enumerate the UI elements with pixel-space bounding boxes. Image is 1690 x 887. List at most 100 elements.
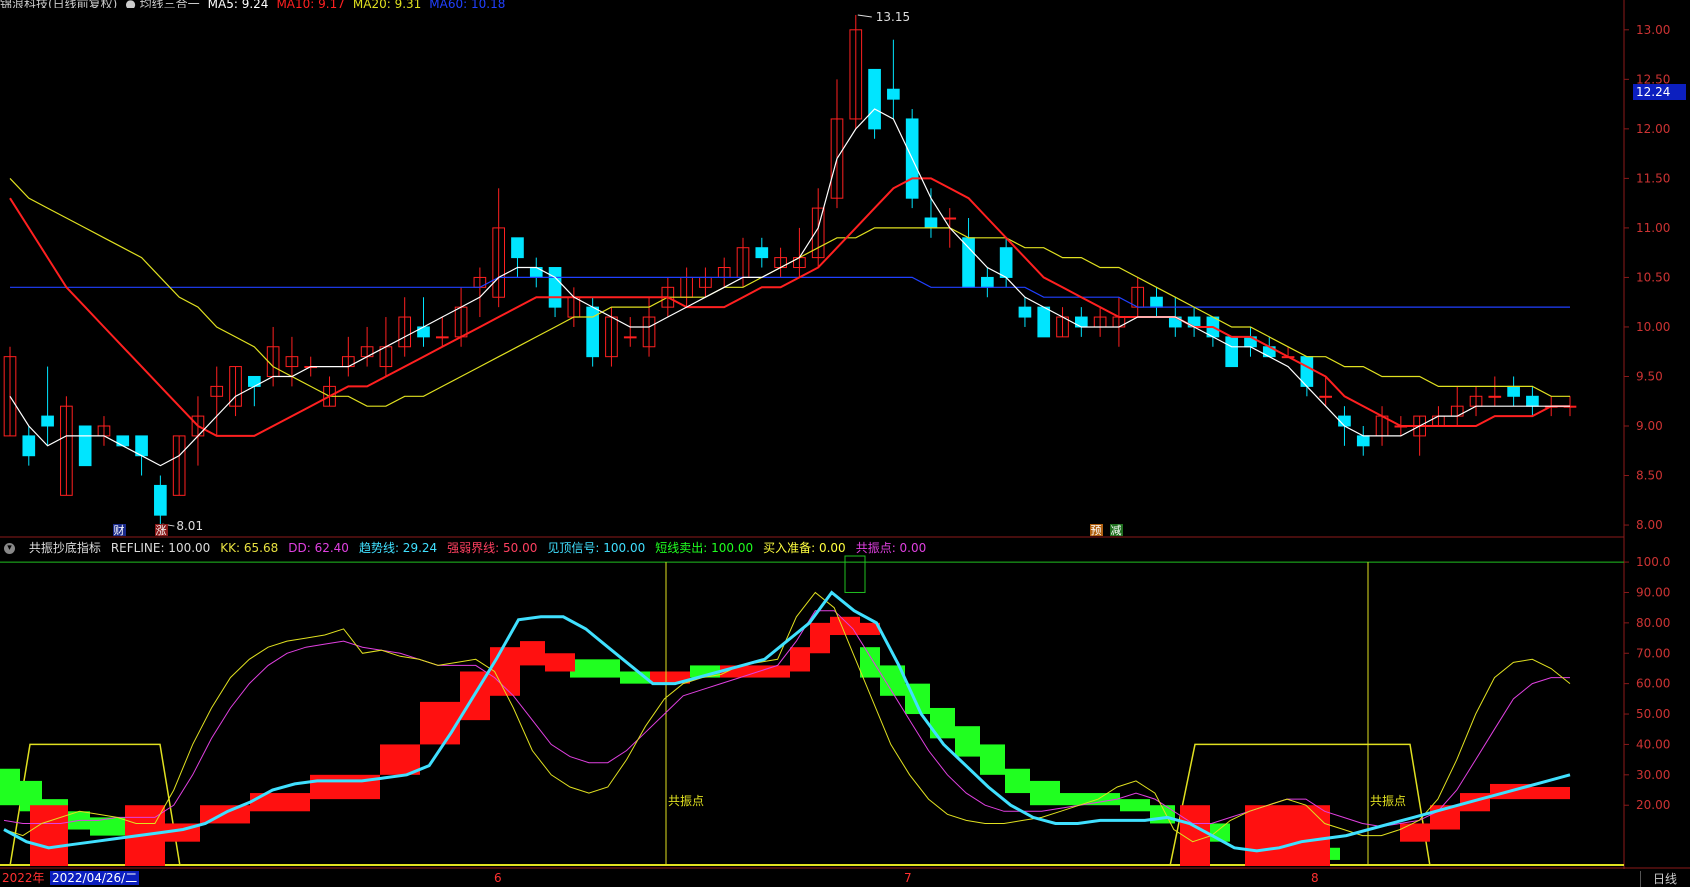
candle-body	[1018, 306, 1032, 318]
indicator-item-6: 见顶信号: 100.00	[547, 541, 646, 555]
red-signal-block	[1245, 805, 1330, 866]
cai-badge: 财	[114, 523, 125, 537]
time-axis-bar: 2022年 2022/04/26/二 6 7 8	[0, 869, 1690, 887]
indicator-item-4: 趋势线: 29.24	[358, 541, 438, 555]
indicator-item-3: DD: 62.40	[288, 541, 349, 555]
indicator-tick-label: 40.00	[1636, 737, 1670, 751]
short-sell-block	[1005, 768, 1030, 794]
chevron-down-icon[interactable]: ▾	[4, 543, 15, 554]
year-label: 2022年	[2, 871, 45, 885]
indicator-tick-label: 100.0	[1636, 555, 1670, 569]
peak-marker-box	[844, 555, 866, 593]
cursor-date-label: 2022/04/26/二	[50, 871, 140, 885]
short-sell-block	[955, 726, 980, 757]
candle-body	[1225, 336, 1239, 368]
candle-body	[511, 237, 524, 259]
short-sell-block	[980, 744, 1005, 775]
indicator-header: ▾ 共振抄底指标 REFLINE: 100.00 KK: 65.68 DD: 62.4…	[4, 540, 936, 556]
high-label: 13.15	[876, 10, 910, 24]
indicator-tick-label: 90.00	[1636, 585, 1670, 599]
period-button[interactable]: 日线	[1640, 871, 1689, 887]
red-signal-block	[790, 647, 810, 672]
candle-body	[1150, 296, 1163, 308]
candle-body	[435, 336, 449, 339]
candle-body	[116, 435, 130, 447]
price-tick-label: 13.00	[1636, 23, 1670, 37]
indicator-tick-label: 80.00	[1636, 616, 1670, 630]
short-sell-block	[860, 647, 880, 678]
price-tick-label: 12.00	[1636, 122, 1670, 136]
price-tick-label: 10.00	[1636, 320, 1670, 334]
candle-body	[1507, 385, 1520, 397]
candle-body	[1356, 435, 1370, 447]
short-sell-block	[0, 768, 20, 806]
price-tick-label: 9.00	[1636, 419, 1663, 433]
candle-body	[623, 336, 637, 339]
price-tick-label: 9.50	[1636, 369, 1663, 383]
indicator-tick-label: 20.00	[1636, 798, 1670, 812]
red-signal-block	[520, 641, 545, 666]
dd-line	[3, 610, 1570, 828]
red-signal-block	[1400, 823, 1430, 842]
red-signal-block	[420, 701, 460, 745]
red-signal-block	[1180, 805, 1210, 866]
high-label-pointer	[857, 14, 872, 18]
candle-body	[943, 217, 957, 220]
jian-badge: 减	[1111, 524, 1122, 537]
chart-canvas: 13.0012.5012.0011.5011.0010.5010.009.509…	[0, 0, 1690, 869]
ma20-line	[9, 177, 1570, 407]
indicator-item-0: 共振抄底指标	[28, 541, 101, 555]
candle-body	[1526, 395, 1539, 407]
price-tick-label: 8.50	[1636, 469, 1663, 483]
candle-body	[1037, 306, 1051, 338]
candle-body	[962, 237, 975, 288]
indicator-tick-label: 60.00	[1636, 677, 1670, 691]
month-label-7: 7	[904, 871, 912, 885]
indicator-item-7: 短线卖出: 100.00	[655, 541, 754, 555]
price-tick-label: 11.00	[1636, 221, 1670, 235]
indicator-tick-label: 70.00	[1636, 646, 1670, 660]
indicator-item-9: 共振点: 0.00	[855, 541, 927, 555]
indicator-item-5: 强弱界线: 50.00	[447, 541, 538, 555]
short-sell-block	[1030, 780, 1060, 806]
red-signal-block	[30, 805, 68, 866]
price-tick-label: 10.50	[1636, 270, 1670, 284]
candle-body	[887, 88, 900, 100]
red-signal-block	[1530, 786, 1570, 800]
gongzhen-label-1: 共振点	[668, 794, 704, 808]
current-price-tag: 12.24	[1633, 84, 1686, 100]
candle-body	[755, 247, 769, 259]
indicator-item-1: REFLINE: 100.00	[110, 541, 211, 555]
month-label-6: 6	[494, 871, 502, 885]
candle-body	[1319, 395, 1332, 398]
price-tick-label: 11.50	[1636, 171, 1670, 185]
indicator-tick-label: 30.00	[1636, 768, 1670, 782]
candle-body	[999, 247, 1013, 278]
gongzhen-label-2: 共振点	[1370, 794, 1406, 808]
candle-body	[22, 435, 36, 457]
candle-body	[548, 267, 562, 308]
candle-body	[868, 68, 881, 130]
candle-body	[924, 217, 938, 229]
short-sell-block	[1120, 799, 1150, 812]
candle-body	[135, 435, 148, 457]
candle-body	[1488, 395, 1502, 398]
yu-badge: 预	[1091, 524, 1102, 537]
zhang-badge: 涨	[156, 524, 167, 537]
candle-body	[41, 415, 54, 427]
indicator-tick-label: 50.00	[1636, 707, 1670, 721]
price-tick-label: 8.00	[1636, 518, 1663, 532]
kk-line	[3, 591, 1571, 843]
low-label: 8.01	[176, 519, 203, 533]
candle-body	[981, 276, 994, 288]
red-signal-block	[810, 622, 830, 654]
short-sell-block	[570, 659, 620, 678]
candle-body	[417, 326, 430, 338]
candle-body	[154, 484, 167, 516]
red-signal-block	[545, 653, 575, 672]
indicator-item-8: 买入准备: 0.00	[763, 541, 846, 555]
short-sell-block	[930, 707, 955, 739]
candle-body	[78, 425, 92, 467]
month-label-8: 8	[1311, 871, 1319, 885]
indicator-item-2: KK: 65.68	[220, 541, 279, 555]
